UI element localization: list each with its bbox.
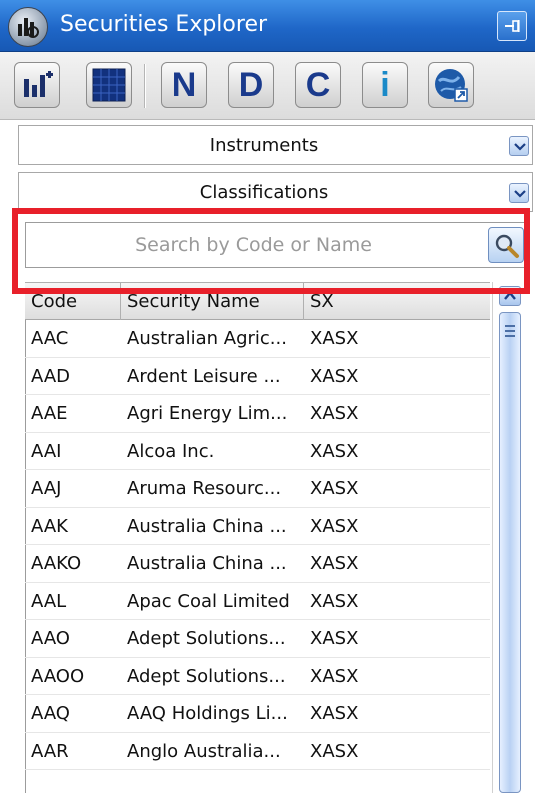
classifications-section[interactable]: Classifications [18,172,533,212]
window-title: Securities Explorer [60,12,268,37]
column-header-sx[interactable]: SX [304,283,490,320]
instruments-section[interactable]: Instruments [18,125,533,165]
cell-sx: XASX [310,590,359,612]
cell-security-name: Agri Energy Lim... [127,403,288,424]
toolbar-separator [144,64,146,108]
scroll-up-button[interactable] [499,286,521,306]
cell-security-name: Alcoa Inc. [127,440,215,462]
cell-code: AAR [31,740,69,762]
chevron-up-icon [504,291,516,300]
cell-security-name: Ardent Leisure ... [127,365,281,387]
table-row[interactable]: AAO Adept Solutions... XASX [25,620,490,658]
n-button-label: N [171,66,197,104]
cell-security-name: Australia China ... [127,553,287,574]
search-icon [495,234,519,258]
cell-security-name: Adept Solutions... [127,628,286,649]
cell-code: AAKO [31,553,82,574]
cell-code: AAL [31,590,67,612]
cell-code: AAJ [31,478,62,499]
globe-export-icon [435,69,468,102]
pin-button[interactable] [497,11,527,41]
cell-security-name: Aruma Resourc... [127,478,282,499]
cell-sx: XASX [310,515,359,537]
globe-button[interactable] [428,62,474,108]
grip-line [505,330,515,332]
grid-view-icon [92,68,126,102]
d-button[interactable]: D [228,62,274,108]
table-row[interactable]: AAQ AAQ Holdings Li... XASX [25,695,490,733]
table-body: AAC Australian Agric... XASX AAD Ardent … [25,320,490,770]
column-header-security-name[interactable]: Security Name [121,283,304,320]
chevron-down-icon [514,190,526,198]
classifications-label: Classifications [199,182,329,203]
securities-explorer-panel: Securities Explorer N D C i Instruments … [0,0,535,793]
securities-table: Code Security Name SX AAC Australian Agr… [25,282,528,793]
cell-sx: XASX [310,740,359,762]
info-button-label: i [380,66,390,104]
classifications-expand-button[interactable] [509,183,529,203]
n-button[interactable]: N [161,62,207,108]
cell-security-name: Apac Coal Limited [127,590,290,612]
pin-icon [505,20,520,32]
cell-sx: XASX [310,478,359,499]
c-button-label: C [305,66,331,104]
cell-sx: XASX [310,553,359,574]
cell-code: AAK [31,515,68,537]
cell-code: AAD [31,365,70,387]
table-row[interactable]: AAI Alcoa Inc. XASX [25,433,490,470]
cell-sx: XASX [310,365,359,387]
cell-code: AAI [31,440,62,462]
table-row[interactable]: AAR Anglo Australia... XASX [25,733,490,770]
table-row[interactable]: AAD Ardent Leisure ... XASX [25,358,490,395]
info-button[interactable]: i [362,62,408,108]
cell-sx: XASX [310,440,359,462]
bar-chart-icon [24,71,53,97]
search-input[interactable] [26,223,481,267]
table-header: Code Security Name SX [25,282,490,320]
grid-button[interactable] [86,62,132,108]
cell-sx: XASX [310,403,359,424]
cell-security-name: Australian Agric... [127,328,287,349]
cell-sx: XASX [310,703,359,724]
scroll-thumb[interactable] [499,312,521,793]
grip-line [505,335,515,337]
cell-security-name: Australia China ... [127,515,287,537]
cell-code: AAQ [31,703,70,724]
grip-line [505,325,515,327]
table-row[interactable]: AAOO Adept Solutions... XASX [25,658,490,695]
cell-security-name: Adept Solutions... [127,665,286,687]
app-logo-icon [8,7,48,47]
search-button[interactable] [488,227,524,263]
cell-sx: XASX [310,665,359,687]
cell-security-name: Anglo Australia... [127,740,281,762]
toolbar: N D C i [0,52,535,120]
table-row[interactable]: AAJ Aruma Resourc... XASX [25,470,490,508]
search-bar [25,222,528,268]
table-row[interactable]: AAKO Australia China ... XASX [25,545,490,583]
cell-sx: XASX [310,328,359,349]
chevron-down-icon [514,143,526,151]
cell-sx: XASX [310,628,359,649]
cell-code: AAE [31,403,68,424]
cell-security-name: AAQ Holdings Li... [127,703,288,724]
instruments-label: Instruments [209,135,319,156]
cell-code: AAC [31,328,69,349]
title-bar: Securities Explorer [0,0,535,52]
vertical-scrollbar[interactable] [492,282,528,793]
chart-button[interactable] [14,62,60,108]
d-button-label: D [238,66,264,104]
table-row[interactable]: AAK Australia China ... XASX [25,508,490,545]
instruments-expand-button[interactable] [509,136,529,156]
column-header-code[interactable]: Code [25,283,121,320]
cell-code: AAO [31,628,70,649]
table-row[interactable]: AAC Australian Agric... XASX [25,320,490,358]
table-row[interactable]: AAE Agri Energy Lim... XASX [25,395,490,433]
table-row[interactable]: AAL Apac Coal Limited XASX [25,583,490,620]
cell-code: AAOO [31,665,85,687]
c-button[interactable]: C [295,62,341,108]
